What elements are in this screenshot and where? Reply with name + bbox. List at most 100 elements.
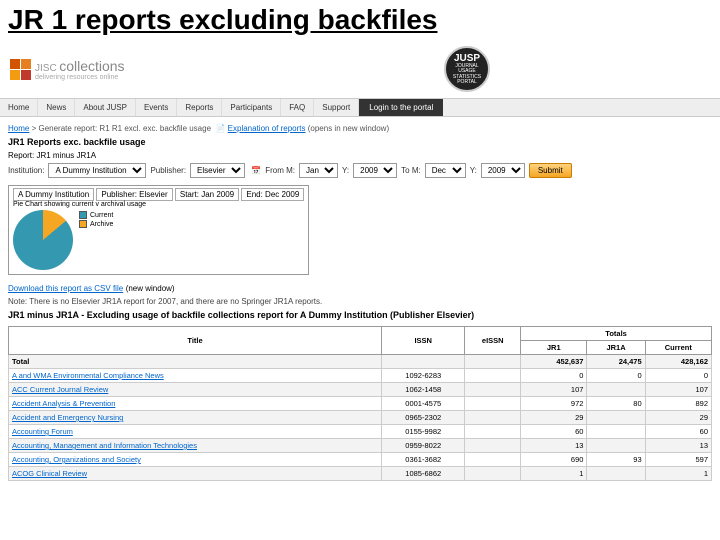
col-current[interactable]: Current	[645, 341, 711, 355]
title-link[interactable]: Accident and Emergency Nursing	[12, 413, 123, 422]
breadcrumb-report: R1 R1 excl. exc. backfile usage	[99, 124, 211, 133]
table-row: ACC Current Journal Review 1062-1458 107…	[9, 383, 712, 397]
table-row: A and WMA Environmental Compliance News …	[9, 369, 712, 383]
cell-current: 597	[645, 453, 711, 467]
total-jr1a: 24,475	[587, 355, 645, 369]
to-month-select[interactable]: Dec	[425, 163, 466, 178]
from-label: From M:	[265, 166, 295, 175]
col-title[interactable]: Title	[9, 327, 382, 355]
brand-prefix: JISC	[35, 63, 57, 74]
total-row: Total 452,637 24,475 428,162	[9, 355, 712, 369]
breadcrumb: Home > Generate report: R1 R1 excl. exc.…	[8, 124, 712, 133]
cell-jr1: 0	[521, 369, 587, 383]
title-link[interactable]: Accounting, Management and Information T…	[12, 441, 197, 450]
explain-link[interactable]: Explanation of reports	[228, 124, 306, 133]
title-link[interactable]: Accounting, Organizations and Society	[12, 455, 141, 464]
cell-jr1: 13	[521, 439, 587, 453]
cell-jr1: 1	[521, 467, 587, 481]
chart-inst: A Dummy Institution	[13, 188, 94, 201]
title-link[interactable]: ACC Current Journal Review	[12, 385, 108, 394]
cell-issn: 0965-2302	[382, 411, 465, 425]
cell-current: 1	[645, 467, 711, 481]
chart-legend: Current Archive	[79, 210, 113, 229]
nav-participants[interactable]: Participants	[222, 99, 281, 116]
institution-select[interactable]: A Dummy Institution	[48, 163, 146, 178]
nav-support[interactable]: Support	[314, 99, 359, 116]
publisher-select[interactable]: Elsevier	[190, 163, 245, 178]
cell-issn: 0155-9982	[382, 425, 465, 439]
chart-card: A Dummy Institution Publisher: Elsevier …	[8, 185, 309, 275]
from-year-select[interactable]: 2009	[353, 163, 397, 178]
cell-jr1a: 93	[587, 453, 645, 467]
legend-swatch-current	[79, 211, 87, 219]
cell-current: 107	[645, 383, 711, 397]
cell-jr1: 690	[521, 453, 587, 467]
title-link[interactable]: ACOG Clinical Review	[12, 469, 87, 478]
table-row: Accounting, Organizations and Society 03…	[9, 453, 712, 467]
cell-jr1a	[587, 425, 645, 439]
nav-home[interactable]: Home	[0, 99, 38, 116]
cell-jr1a	[587, 439, 645, 453]
cell-issn: 0959-8022	[382, 439, 465, 453]
jisc-logo: JISC collections delivering resources on…	[10, 58, 125, 81]
from-month-select[interactable]: Jan	[299, 163, 338, 178]
cell-issn: 1062-1458	[382, 383, 465, 397]
cell-current: 13	[645, 439, 711, 453]
chart-pub: Publisher: Elsevier	[96, 188, 172, 201]
results-table: Title ISSN eISSN Totals JR1 JR1A Current…	[8, 326, 712, 481]
to-label: To M:	[401, 166, 421, 175]
cell-current: 892	[645, 397, 711, 411]
cell-eissn	[465, 369, 521, 383]
title-link[interactable]: A and WMA Environmental Compliance News	[12, 371, 164, 380]
breadcrumb-sep: >	[32, 124, 37, 133]
breadcrumb-home[interactable]: Home	[8, 124, 29, 133]
table-row: Accident and Emergency Nursing 0965-2302…	[9, 411, 712, 425]
to-year-select[interactable]: 2009	[481, 163, 525, 178]
cell-current: 0	[645, 369, 711, 383]
to-y-label: Y:	[470, 166, 477, 175]
col-jr1[interactable]: JR1	[521, 341, 587, 355]
cell-jr1a	[587, 467, 645, 481]
cell-jr1a: 80	[587, 397, 645, 411]
note-text: Note: There is no Elsevier JR1A report f…	[8, 297, 712, 306]
nav-reports[interactable]: Reports	[177, 99, 222, 116]
brand-name: collections	[59, 58, 124, 74]
cell-jr1: 60	[521, 425, 587, 439]
nav-faq[interactable]: FAQ	[281, 99, 314, 116]
total-label: Total	[9, 355, 382, 369]
chart-subtitle: Pie Chart showing current v archival usa…	[13, 201, 304, 208]
total-jr1: 452,637	[521, 355, 587, 369]
nav-login[interactable]: Login to the portal	[359, 99, 443, 116]
explain-note: (opens in new window)	[308, 124, 389, 133]
logo-icon	[10, 59, 31, 80]
cell-eissn	[465, 439, 521, 453]
table-row: Accounting Forum 0155-9982 60 60	[9, 425, 712, 439]
filter-row: Institution: A Dummy Institution Publish…	[8, 163, 712, 178]
nav-about[interactable]: About JUSP	[75, 99, 136, 116]
table-title: JR1 minus JR1A - Excluding usage of back…	[8, 310, 712, 320]
cell-jr1: 29	[521, 411, 587, 425]
nav-events[interactable]: Events	[136, 99, 177, 116]
cell-jr1a: 0	[587, 369, 645, 383]
total-current: 428,162	[645, 355, 711, 369]
cell-issn: 0361-3682	[382, 453, 465, 467]
header: JISC collections delivering resources on…	[0, 40, 720, 98]
col-issn[interactable]: ISSN	[382, 327, 465, 355]
chart-start: Start: Jan 2009	[175, 188, 239, 201]
cell-eissn	[465, 453, 521, 467]
col-jr1a[interactable]: JR1A	[587, 341, 645, 355]
cell-eissn	[465, 425, 521, 439]
cell-issn: 0001-4575	[382, 397, 465, 411]
page-heading: JR1 Reports exc. backfile usage	[8, 137, 712, 147]
cell-issn: 1092-6283	[382, 369, 465, 383]
col-eissn[interactable]: eISSN	[465, 327, 521, 355]
brand-tagline: delivering resources online	[35, 74, 125, 81]
cell-issn: 1085-6862	[382, 467, 465, 481]
title-link[interactable]: Accident Analysis & Prevention	[12, 399, 115, 408]
nav-news[interactable]: News	[38, 99, 75, 116]
submit-button[interactable]: Submit	[529, 163, 572, 178]
report-heading: Report: JR1 minus JR1A	[8, 151, 712, 160]
title-link[interactable]: Accounting Forum	[12, 427, 73, 436]
table-row: Accounting, Management and Information T…	[9, 439, 712, 453]
download-csv-link[interactable]: Download this report as CSV file	[8, 284, 123, 293]
